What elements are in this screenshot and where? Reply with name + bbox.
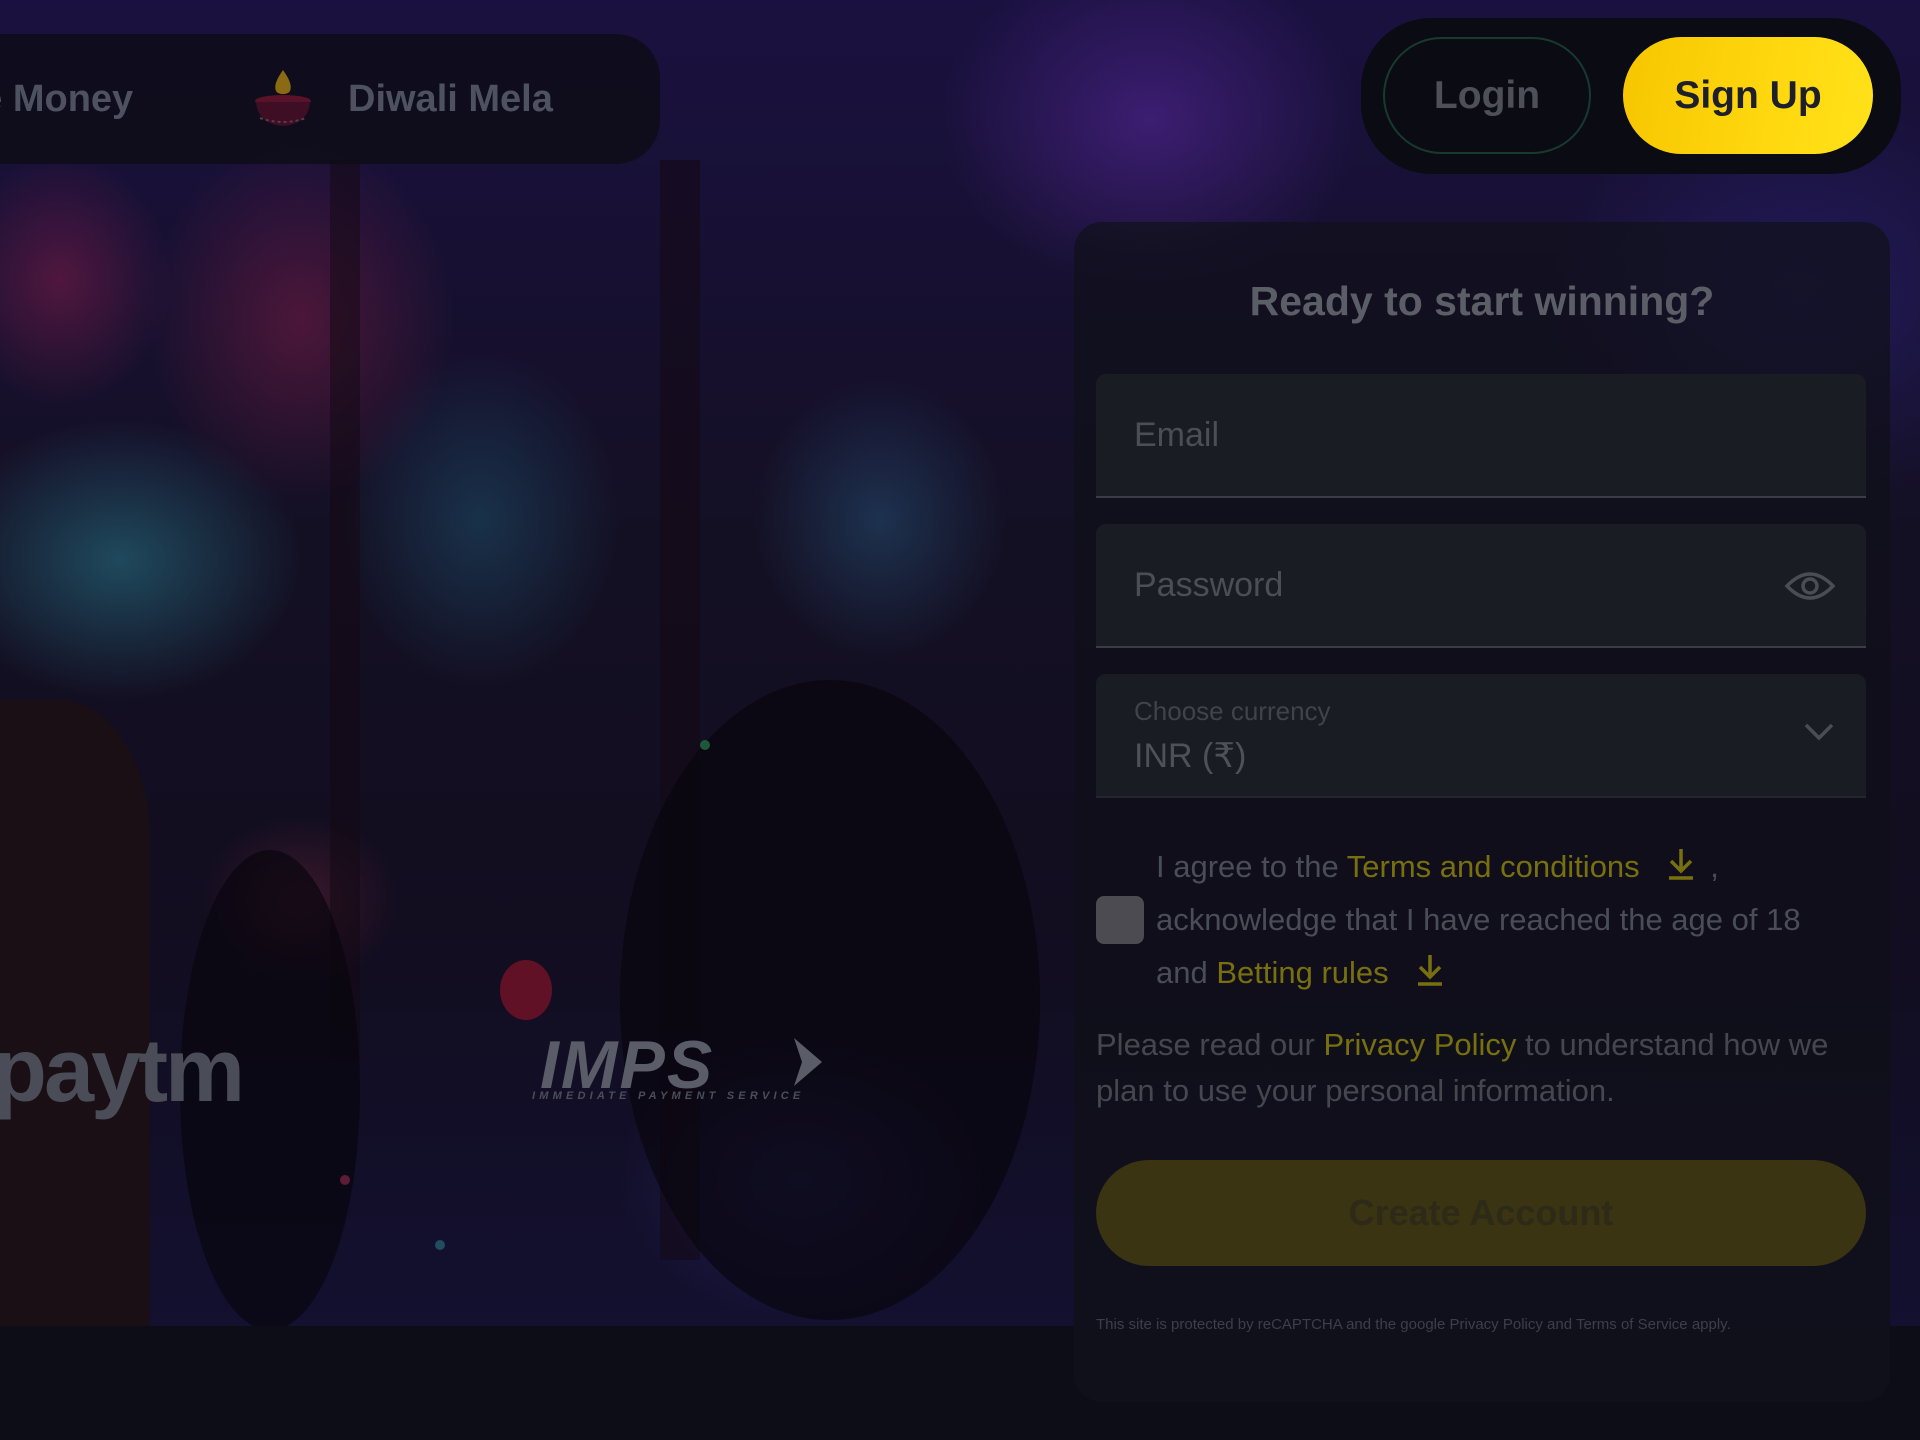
privacy-policy-link[interactable]: Privacy Policy <box>1323 1027 1516 1062</box>
bokeh-light <box>340 1175 350 1185</box>
recaptcha-notice: This site is protected by reCAPTCHA and … <box>1096 1316 1731 1333</box>
promo-free-money[interactable]: ee Money <box>0 34 133 164</box>
create-account-button[interactable]: Create Account <box>1096 1160 1866 1266</box>
password-placeholder: Password <box>1134 566 1284 604</box>
betting-rules-link[interactable]: Betting rules <box>1216 955 1388 990</box>
bokeh-light <box>500 960 552 1020</box>
currency-value: INR (₹) <box>1134 737 1247 775</box>
auth-bar: Login Sign Up <box>1361 18 1901 174</box>
promo-diwali-mela[interactable]: Diwali Mela <box>248 34 553 164</box>
terms-checkbox[interactable] <box>1096 896 1144 944</box>
signup-panel: Ready to start winning? Email Password C… <box>1074 222 1890 1402</box>
privacy-text-part: Please read our <box>1096 1027 1324 1062</box>
consent-text-part: , <box>1701 849 1719 884</box>
terms-link[interactable]: Terms and conditions <box>1347 849 1640 884</box>
chevron-down-icon <box>1802 720 1836 744</box>
email-field[interactable]: Email <box>1096 374 1866 498</box>
currency-label: Choose currency <box>1134 696 1331 726</box>
password-field[interactable]: Password <box>1096 524 1866 648</box>
consent-text: I agree to the Terms and conditions , ac… <box>1156 840 1836 999</box>
bokeh-light <box>700 740 710 750</box>
consent-text-part: I agree to the <box>1156 849 1347 884</box>
panel-title: Ready to start winning? <box>1249 278 1715 324</box>
paytm-logo: paytm <box>0 1021 245 1121</box>
signup-button[interactable]: Sign Up <box>1623 37 1873 154</box>
imps-arrow-icon <box>794 1038 822 1086</box>
email-placeholder: Email <box>1134 416 1220 454</box>
bokeh-light <box>435 1240 445 1250</box>
eye-icon[interactable] <box>1784 562 1836 610</box>
imps-logo-subtitle: IMMEDIATE PAYMENT SERVICE <box>532 1090 805 1102</box>
person-silhouette <box>0 700 150 1326</box>
crowd-silhouette <box>620 680 1040 1320</box>
imps-logo: IMPS IMMEDIATE PAYMENT SERVICE <box>532 1026 832 1106</box>
promo-label: Diwali Mela <box>348 77 553 120</box>
promo-label: ee Money <box>0 77 134 120</box>
terms-consent: I agree to the Terms and conditions , ac… <box>1096 832 1866 1002</box>
download-icon[interactable] <box>1415 950 1445 986</box>
diya-lamp-icon <box>248 64 318 134</box>
privacy-notice: Please read our Privacy Policy to unders… <box>1096 1022 1866 1114</box>
download-icon[interactable] <box>1666 844 1696 880</box>
login-button[interactable]: Login <box>1383 37 1591 154</box>
currency-select[interactable]: Choose currency INR (₹) <box>1096 674 1866 798</box>
promo-nav: ee Money Diwali Mela <box>0 34 660 164</box>
